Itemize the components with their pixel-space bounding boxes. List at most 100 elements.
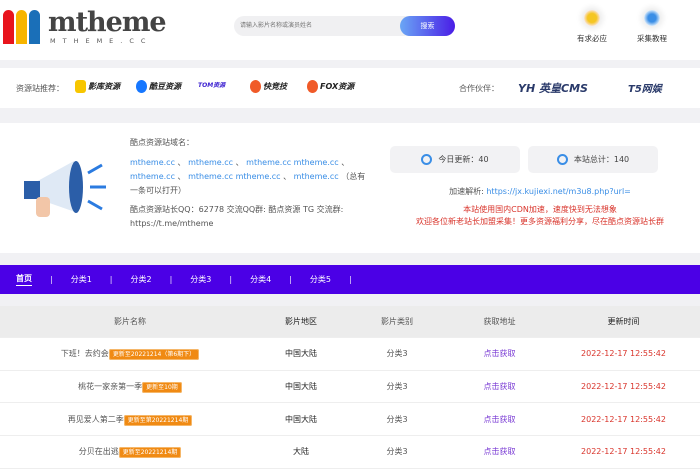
partner-yhcms[interactable]: YH 英皇CMS: [518, 80, 588, 96]
get-link[interactable]: 点击获取: [452, 446, 547, 457]
logo-mark[interactable]: [3, 10, 43, 46]
tutorial-label: 采集教程: [637, 34, 667, 43]
video-title[interactable]: 桃花一家亲第一季: [78, 382, 142, 391]
video-title[interactable]: 分贝在出逃: [79, 447, 119, 456]
domain-link[interactable]: mtheme.cc: [188, 158, 233, 167]
update-badge: 更新至20221214（第6期下）: [108, 349, 200, 361]
domain-link[interactable]: mtheme.cc: [130, 172, 175, 181]
category-cell: 分类3: [386, 382, 408, 392]
region-cell: 大陆: [293, 447, 309, 457]
partner-kuaijingji[interactable]: 快竞技: [250, 80, 287, 93]
video-table: 影片名称 影片地区 影片类别 获取地址 更新时间 下班！去约会 更新至202212…: [0, 306, 700, 469]
table-row: 再见爱人第二季 更新至第20221214期 中国大陆 分类3 点击获取 2022-…: [0, 403, 700, 437]
logo-text[interactable]: mtheme: [48, 7, 167, 38]
nav-category-2[interactable]: 分类2: [131, 274, 152, 285]
update-badge: 更新至第20221214期: [123, 414, 193, 426]
cooperation-label: 合作伙伴：: [459, 84, 499, 93]
domains-title: 酷点资源站域名：: [130, 138, 194, 147]
lightbulb-icon: [584, 10, 600, 26]
region-cell: 中国大陆: [285, 414, 317, 424]
partner-tom[interactable]: TOM资源: [198, 80, 225, 89]
category-nav: 首页 | 分类1 | 分类2 | 分类3 | 分类4 | 分类5 |: [0, 265, 700, 294]
fox-icon: [307, 80, 318, 93]
play-icon: [136, 80, 147, 93]
nav-category-3[interactable]: 分类3: [190, 274, 211, 285]
search-input[interactable]: [234, 16, 394, 36]
table-row: 桃花一家亲第一季 更新至10期 中国大陆 分类3 点击获取 2022-12-17 …: [0, 370, 700, 404]
request-link[interactable]: 有求必应: [572, 10, 612, 44]
notice-area: 加速解析: https://jx.kujiexi.net/m3u8.php?ur…: [380, 186, 700, 228]
partner-label: FOX资源: [320, 82, 355, 91]
info-panel: 酷点资源站域名： mtheme.cc 、 mtheme.cc 、 mtheme.…: [0, 123, 700, 253]
search-button[interactable]: 搜索: [400, 16, 455, 36]
update-badge: 更新至10期: [142, 382, 182, 394]
logo-subtext: MTHEME.CC: [50, 37, 153, 45]
partner-label: TOM资源: [198, 82, 226, 89]
nav-category-1[interactable]: 分类1: [71, 274, 92, 285]
table-header: 影片名称 影片地区 影片类别 获取地址 更新时间: [0, 306, 700, 338]
partner-kudou[interactable]: 酷豆资源: [136, 80, 181, 93]
partner-fox[interactable]: FOX资源: [307, 80, 354, 93]
nav-home[interactable]: 首页: [16, 273, 32, 286]
partner-label: 快竞技: [263, 82, 287, 91]
total-label: 本站总计：140: [573, 155, 630, 164]
video-title[interactable]: 再见爱人第二季: [68, 415, 124, 424]
header: mtheme MTHEME.CC 搜索 有求必应 采集教程: [0, 0, 700, 60]
header-region: 影片地区: [285, 317, 317, 326]
notice-join: 欢迎各位新老站长加盟采集！更多资源福利分享，尽在酷点资源站长群: [416, 217, 664, 226]
partner-label: 影库资源: [88, 82, 120, 91]
nav-category-4[interactable]: 分类4: [250, 274, 271, 285]
request-label: 有求必应: [577, 34, 607, 43]
tutorial-link[interactable]: 采集教程: [632, 10, 672, 44]
contact-info: 酷点资源站长QQ：62778 交流QQ群: 酷点资源 TG 交流群: https…: [130, 205, 344, 228]
domain-list: mtheme.cc 、 mtheme.cc 、 mtheme.cc mtheme…: [130, 158, 366, 195]
refresh-icon: [421, 154, 433, 165]
table-row: 分贝在出逃 更新至20221214期 大陆 分类3 点击获取 2022-12-17…: [0, 436, 700, 469]
partner-t5[interactable]: T5网娱: [628, 80, 662, 95]
pie-chart-icon: [556, 154, 568, 165]
partner-label: T5网娱: [628, 84, 662, 95]
get-link[interactable]: 点击获取: [452, 414, 547, 425]
update-time: 2022-12-17 12:55:42: [581, 414, 666, 424]
yingku-icon: [75, 80, 86, 93]
update-badge: 更新至20221214期: [118, 447, 182, 459]
notice-cdn: 本站使用国内CDN加速，速度快到无法想象: [463, 205, 617, 214]
update-time: 2022-12-17 12:55:42: [581, 447, 666, 457]
video-name-cell: 下班！去约会 更新至20221214（第6期下）: [0, 348, 260, 361]
domain-info: 酷点资源站域名： mtheme.cc 、 mtheme.cc 、 mtheme.…: [130, 136, 370, 231]
get-link[interactable]: 点击获取: [452, 381, 547, 392]
partner-bar: 资源站推荐： 影库资源 酷豆资源 TOM资源 快竞技 FOX资源 合作伙伴： Y…: [0, 68, 700, 108]
location-icon: [644, 10, 660, 26]
domain-link[interactable]: mtheme.cc: [130, 158, 175, 167]
region-cell: 中国大陆: [285, 349, 317, 359]
header-category: 影片类别: [381, 317, 413, 326]
megaphone-icon: [24, 161, 106, 217]
kuaijingji-icon: [250, 80, 261, 93]
category-cell: 分类3: [386, 447, 408, 457]
header-name: 影片名称: [114, 317, 146, 326]
partner-yingku[interactable]: 影库资源: [75, 80, 120, 93]
total-count: 本站总计：140: [528, 146, 658, 173]
partner-label: 酷豆资源: [149, 82, 181, 91]
region-cell: 中国大陆: [285, 382, 317, 392]
video-name-cell: 再见爱人第二季 更新至第20221214期: [0, 414, 260, 426]
nav-category-5[interactable]: 分类5: [310, 274, 331, 285]
update-time: 2022-12-17 12:55:42: [581, 349, 666, 359]
today-label: 今日更新：40: [438, 155, 489, 164]
domain-link[interactable]: mtheme.cc: [294, 172, 339, 181]
search-bar: 搜索: [234, 16, 455, 36]
category-cell: 分类3: [386, 414, 408, 424]
parse-url[interactable]: https://jx.kujiexi.net/m3u8.php?url=: [486, 187, 631, 196]
video-name-cell: 桃花一家亲第一季 更新至10期: [0, 381, 260, 394]
header-link: 获取地址: [483, 317, 516, 326]
today-updates: 今日更新：40: [390, 146, 520, 173]
header-time: 更新时间: [607, 317, 640, 326]
parse-label: 加速解析:: [449, 187, 484, 196]
category-cell: 分类3: [386, 349, 408, 359]
domain-link[interactable]: mtheme.cc mtheme.cc: [246, 158, 339, 167]
recommend-label: 资源站推荐：: [16, 84, 64, 93]
video-title[interactable]: 下班！去约会: [61, 349, 109, 358]
partner-label: YH 英皇CMS: [518, 82, 588, 95]
get-link[interactable]: 点击获取: [452, 348, 547, 359]
domain-link[interactable]: mtheme.cc mtheme.cc: [188, 172, 281, 181]
